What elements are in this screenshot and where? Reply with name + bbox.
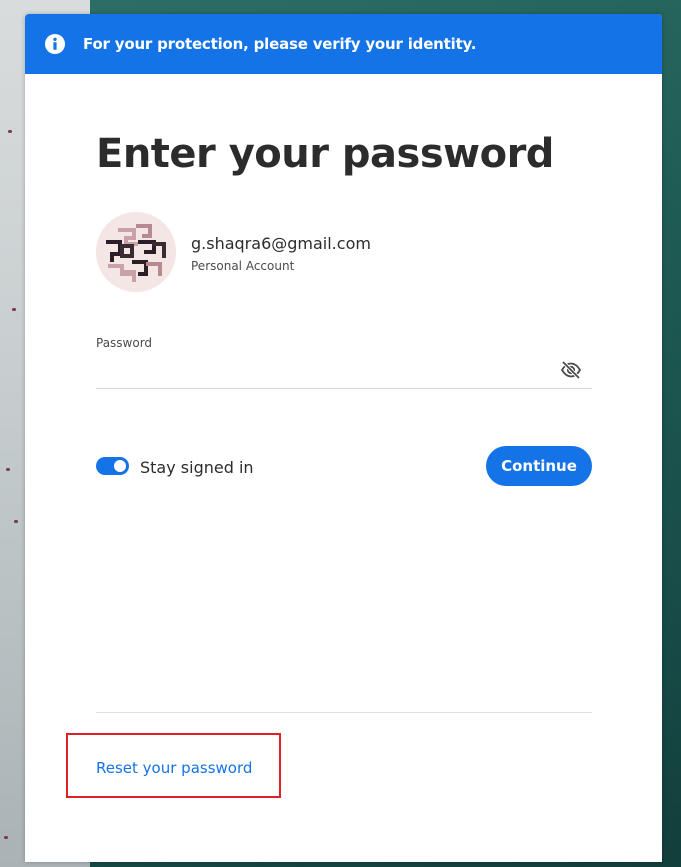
divider	[96, 712, 592, 713]
background-speck	[4, 836, 8, 839]
info-icon	[45, 34, 65, 54]
eye-slash-icon[interactable]	[560, 359, 582, 381]
page-title: Enter your password	[96, 131, 554, 177]
stay-signed-in-toggle[interactable]	[96, 457, 129, 475]
password-field[interactable]	[96, 354, 592, 389]
account-email: g.shaqra6@gmail.com	[191, 234, 371, 253]
reset-password-link[interactable]: Reset your password	[96, 759, 252, 777]
password-label: Password	[96, 336, 153, 350]
stay-signed-in-label: Stay signed in	[140, 458, 254, 477]
background-speck	[12, 308, 16, 311]
continue-button[interactable]: Continue	[486, 446, 592, 486]
avatar	[96, 212, 176, 292]
background-speck	[14, 520, 18, 523]
account-type: Personal Account	[191, 259, 295, 273]
banner-text: For your protection, please verify your …	[83, 35, 477, 53]
toggle-knob	[114, 460, 126, 472]
sign-in-card: For your protection, please verify your …	[25, 14, 662, 862]
verification-banner: For your protection, please verify your …	[25, 14, 662, 74]
background-speck	[6, 468, 10, 471]
background-speck	[8, 130, 12, 133]
avatar-calligraphy-logo	[96, 212, 176, 292]
